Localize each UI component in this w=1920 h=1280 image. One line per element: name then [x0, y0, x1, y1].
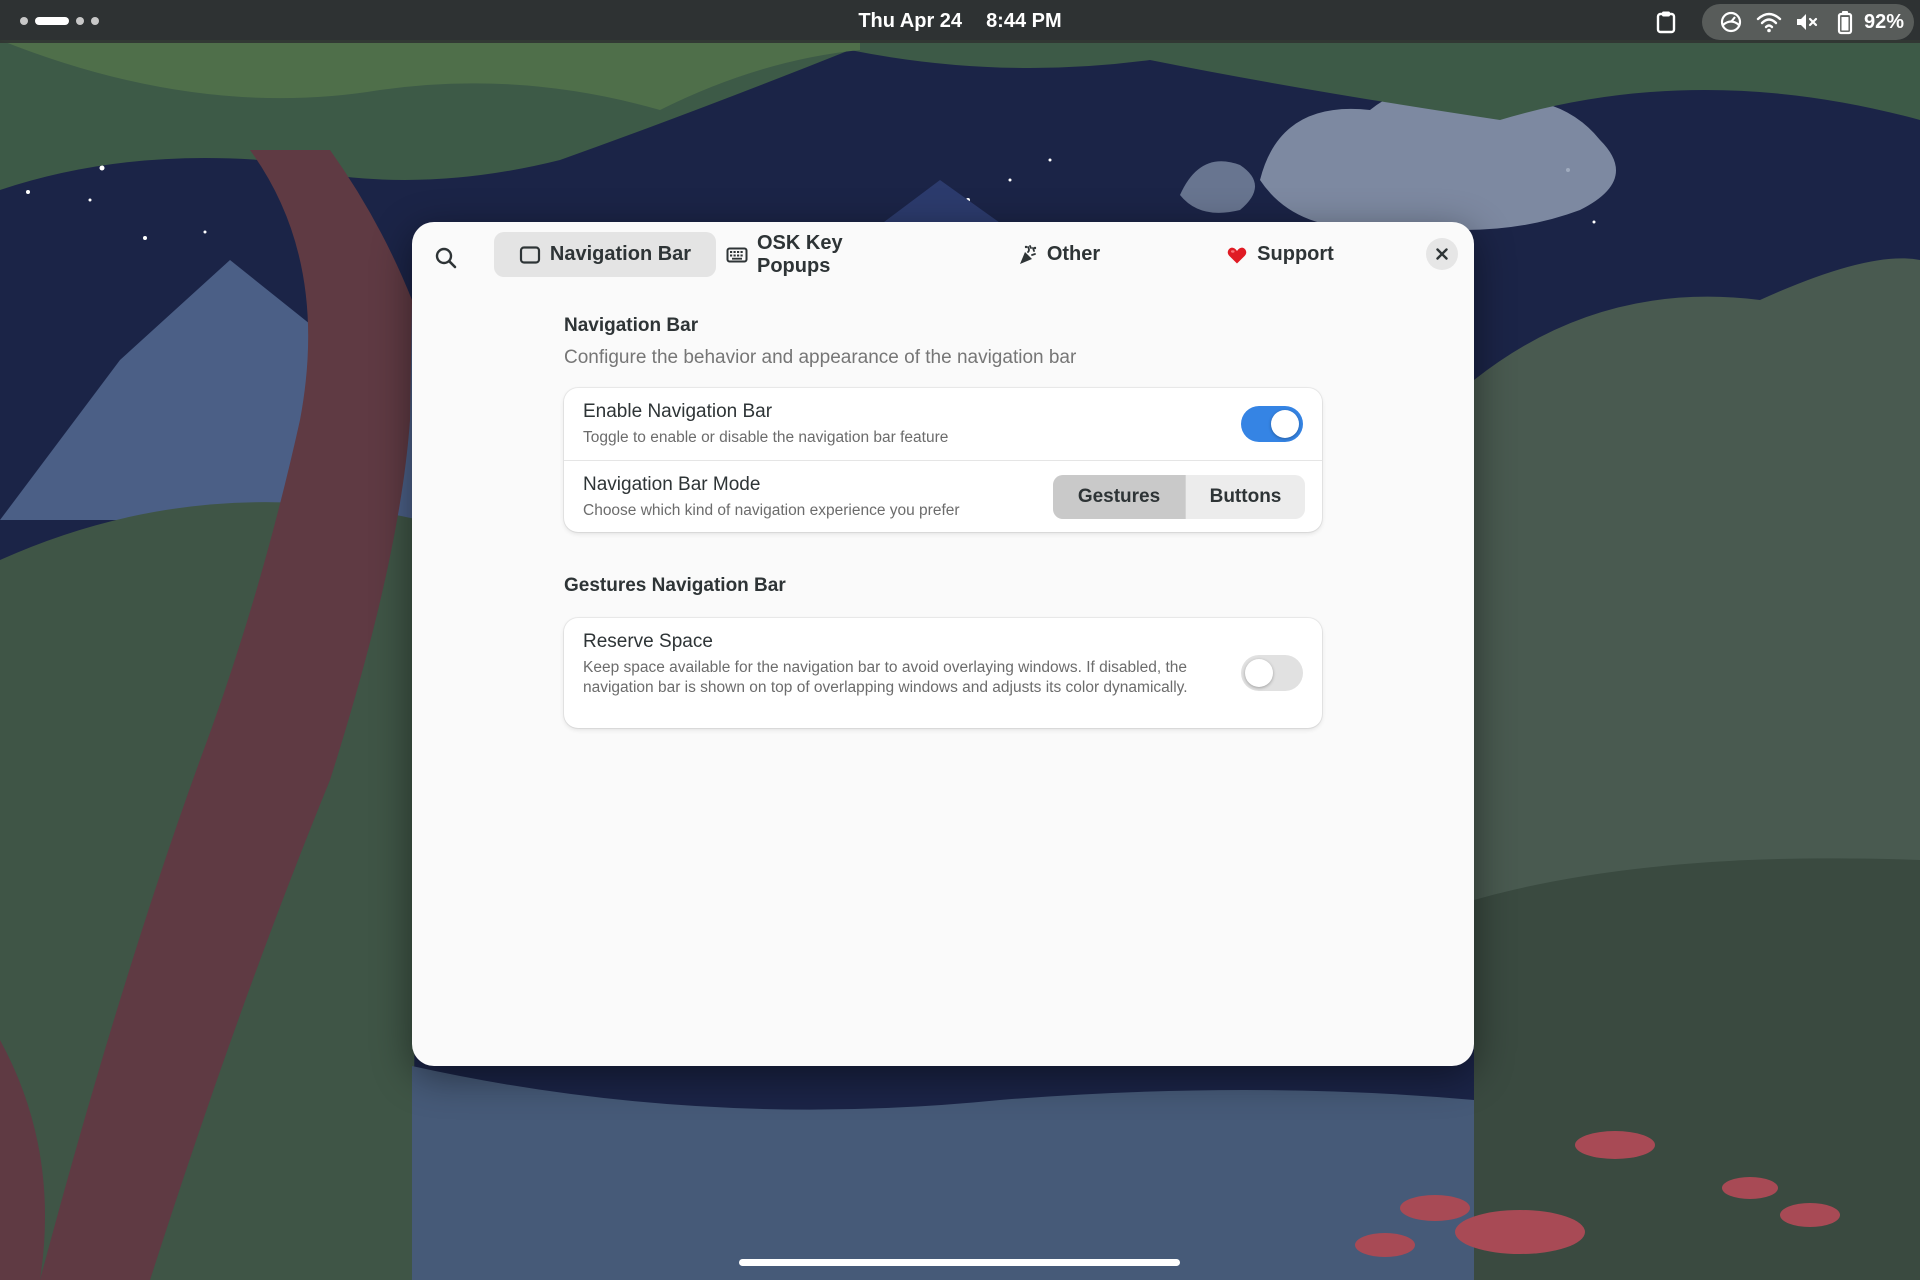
workspace-dot-active[interactable] — [35, 17, 69, 25]
tab-label: Support — [1257, 243, 1334, 265]
clock-time[interactable]: 8:44 PM — [986, 10, 1062, 33]
mode-buttons-button[interactable]: Buttons — [1185, 475, 1305, 519]
tab-other[interactable]: Other — [972, 232, 1144, 277]
row-title: Reserve Space — [583, 631, 713, 652]
row-title: Navigation Bar Mode — [583, 474, 761, 495]
row-subtitle: Choose which kind of navigation experien… — [583, 502, 960, 519]
keyboard-icon — [726, 247, 748, 262]
navigation-mode-selector: Gestures Buttons — [1053, 475, 1305, 519]
workspace-dot[interactable] — [20, 17, 28, 25]
tab-label: Other — [1046, 243, 1101, 265]
navigation-bar-settings-card: Enable Navigation Bar Toggle to enable o… — [564, 388, 1322, 532]
search-icon — [435, 247, 457, 269]
power-profile-icon — [1718, 9, 1744, 35]
section-description: Configure the behavior and appearance of… — [564, 347, 1077, 368]
wifi-icon — [1756, 9, 1782, 35]
heart-icon — [1227, 247, 1247, 263]
workspace-dot[interactable] — [76, 17, 84, 25]
close-button[interactable] — [1426, 238, 1458, 270]
volume-muted-icon — [1794, 9, 1820, 35]
navigation-bar-mode-row: Navigation Bar Mode Choose which kind of… — [564, 460, 1322, 532]
reserve-space-switch[interactable] — [1241, 655, 1303, 691]
tab-osk-key-popups[interactable]: OSK Key Popups — [726, 232, 916, 277]
tab-support[interactable]: Support — [1194, 232, 1366, 277]
workspace-dot[interactable] — [91, 17, 99, 25]
row-title: Enable Navigation Bar — [583, 401, 773, 422]
reserve-space-row[interactable]: Reserve Space Keep space available for t… — [564, 618, 1322, 728]
section-title-gestures-navigation-bar: Gestures Navigation Bar — [564, 575, 786, 596]
clock[interactable]: Thu Apr 24 8:44 PM — [0, 0, 1920, 43]
party-icon — [1019, 244, 1037, 264]
system-status-menu[interactable]: 92% — [1702, 4, 1914, 40]
tab-navigation-bar[interactable]: Navigation Bar — [494, 232, 716, 277]
mode-gestures-button[interactable]: Gestures — [1053, 475, 1185, 519]
switch-knob — [1245, 659, 1273, 687]
row-subtitle: Toggle to enable or disable the navigati… — [583, 429, 949, 446]
enable-navigation-bar-row[interactable]: Enable Navigation Bar Toggle to enable o… — [564, 388, 1322, 460]
search-button[interactable] — [426, 238, 466, 278]
screen-icon — [519, 245, 541, 264]
gestures-settings-card: Reserve Space Keep space available for t… — [564, 618, 1322, 728]
workspace-indicator[interactable] — [20, 16, 99, 26]
top-bar: Thu Apr 24 8:44 PM 92% — [0, 0, 1920, 43]
section-title-navigation-bar: Navigation Bar — [564, 315, 699, 336]
row-subtitle: Keep space available for the navigation … — [583, 659, 1188, 696]
switch-knob — [1271, 410, 1299, 438]
clipboard-icon[interactable] — [1653, 9, 1679, 35]
battery-icon — [1832, 9, 1858, 35]
enable-navigation-bar-switch[interactable] — [1241, 406, 1303, 442]
battery-percentage: 92% — [1864, 10, 1905, 33]
close-icon — [1436, 248, 1448, 260]
settings-dialog: Navigation Bar OSK Key Popups Other Supp… — [412, 222, 1474, 1066]
tab-label: Navigation Bar — [549, 243, 692, 265]
clock-date[interactable]: Thu Apr 24 — [858, 10, 962, 33]
home-indicator[interactable] — [739, 1259, 1180, 1266]
tab-label: OSK Key Popups — [757, 231, 843, 277]
